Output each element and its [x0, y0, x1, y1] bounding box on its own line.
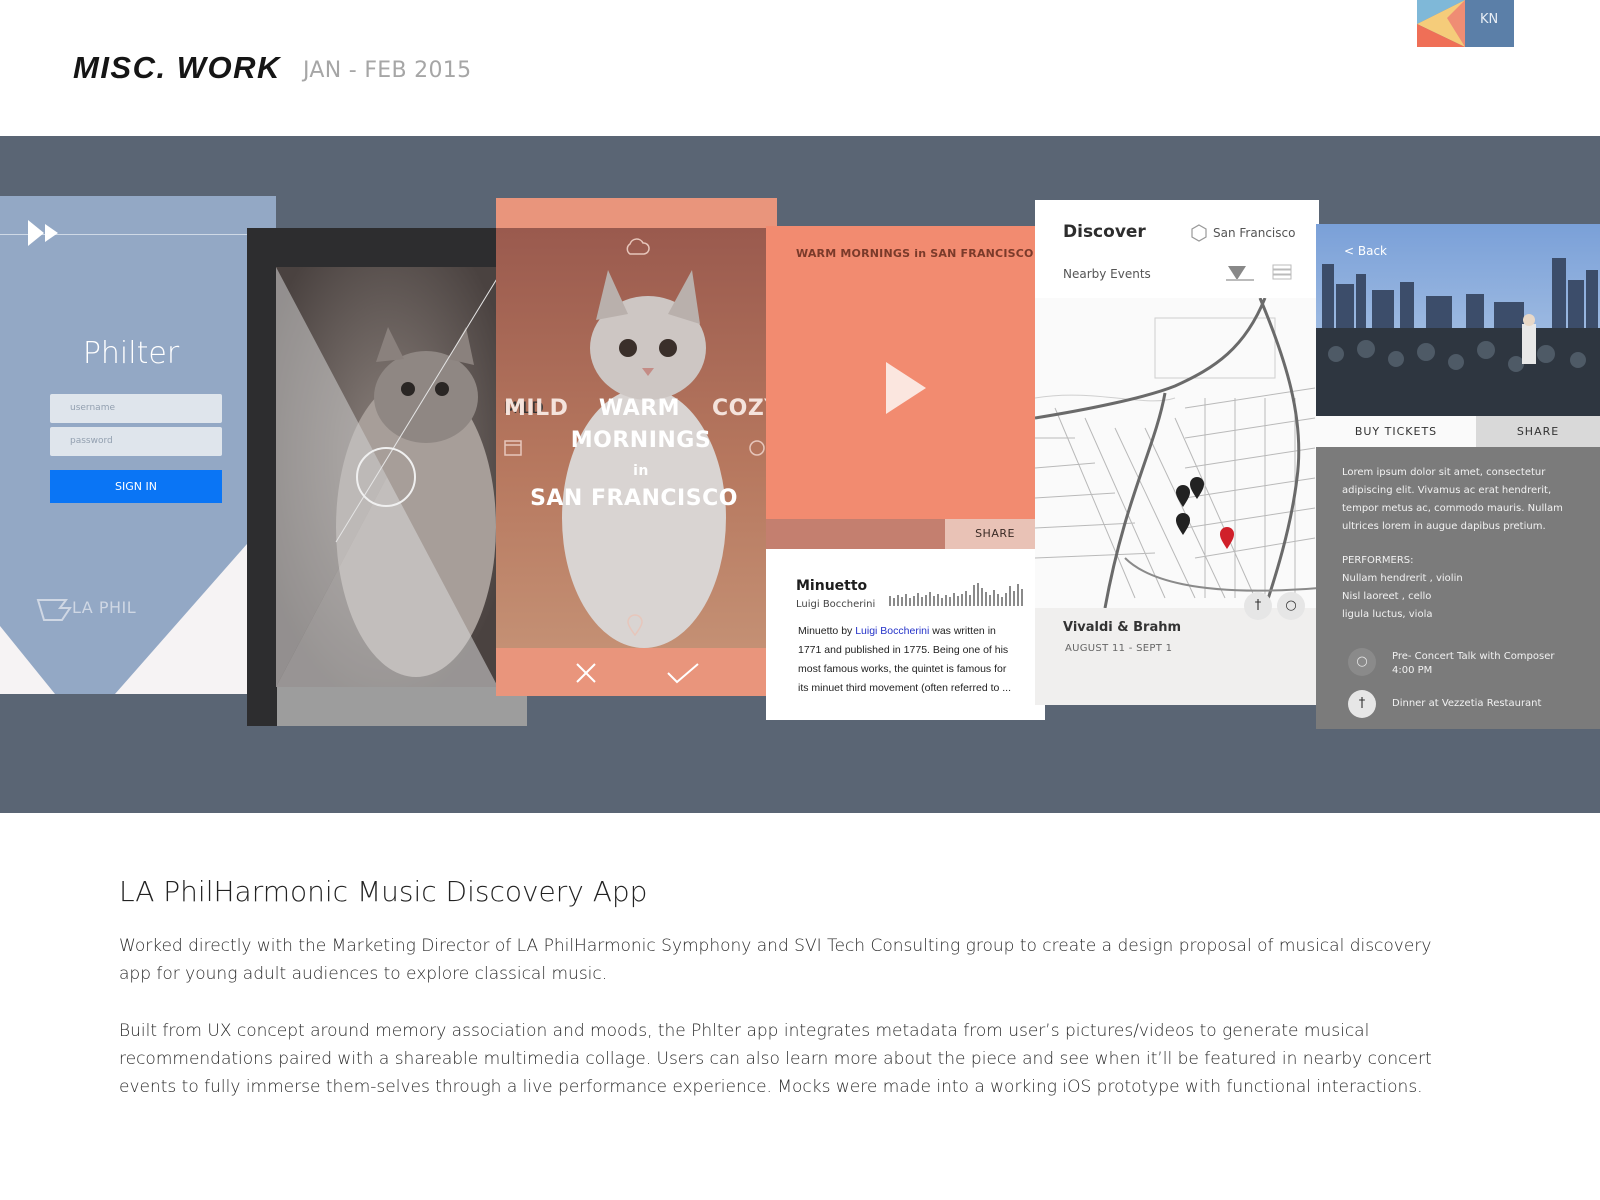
bottom-bar	[277, 687, 527, 726]
player-screen: WARM MORNINGS in SAN FRANCISCO SHARE Min…	[766, 226, 1045, 720]
play-icon[interactable]	[884, 360, 928, 420]
sign-in-button[interactable]: SIGN IN	[50, 470, 222, 503]
talk-title: Pre- Concert Talk with Composer	[1392, 651, 1555, 662]
talk-time: 4:00 PM	[1392, 665, 1433, 676]
mood-center-line2[interactable]: MORNINGS	[496, 428, 777, 453]
performer-item: Nisl laoreet , cello	[1342, 591, 1432, 602]
progress-bar[interactable]	[766, 519, 945, 549]
check-icon[interactable]	[666, 662, 700, 688]
location-pin-icon	[626, 614, 644, 640]
song-description: Minuetto by Luigi Boccherini was written…	[798, 622, 1018, 698]
buy-tickets-button[interactable]: BUY TICKETS	[1316, 416, 1476, 447]
date-range: JAN - FEB 2015	[303, 58, 472, 83]
action-bar	[496, 648, 766, 696]
performer-item: Nullam hendrerit , violin	[1342, 573, 1463, 584]
back-button[interactable]: < Back	[1344, 244, 1387, 258]
kn-logo[interactable]	[1417, 0, 1514, 47]
performers-list: PERFORMERS: Nullam hendrerit , violin Ni…	[1342, 552, 1463, 624]
event-detail-screen: < Back BUY TICKETS SHARE Lorem ipsum dol…	[1316, 224, 1600, 729]
mood-center-line3: in	[633, 463, 649, 479]
map-pin-icon[interactable]	[1189, 476, 1205, 504]
logo-initials: KN	[1480, 12, 1499, 27]
la-phil-logo-icon	[36, 596, 72, 626]
performer-item: ligula luctus, viola	[1342, 609, 1433, 620]
share-button[interactable]: SHARE	[945, 519, 1045, 549]
la-phil-logo-text: LA PHIL	[72, 598, 137, 617]
map-pin-icon[interactable]	[1175, 512, 1191, 540]
song-composer: Luigi Boccherini	[796, 599, 876, 610]
discover-title: Discover	[1063, 222, 1146, 242]
speech-bubble-icon[interactable]: ○	[1348, 648, 1376, 676]
location-icon[interactable]	[1191, 224, 1207, 246]
composer-link[interactable]: Luigi Boccherini	[855, 625, 929, 637]
location-label[interactable]: San Francisco	[1213, 226, 1295, 240]
dinner-item[interactable]: Dinner at Vezzetia Restaurant	[1392, 697, 1541, 711]
events-map[interactable]	[1035, 298, 1319, 608]
fast-forward-icon[interactable]	[28, 220, 64, 250]
discover-screen: Discover San Francisco Nearby Events † ○…	[1035, 200, 1319, 705]
login-screen: Philter username password SIGN IN LA PHI…	[0, 196, 276, 694]
mood-center-line4[interactable]: SAN FRANCISCO	[496, 486, 772, 511]
calendar-icon	[504, 438, 522, 460]
project-title: LA PhilHarmonic Music Discovery App	[119, 875, 648, 908]
event-dates: AUGUST 11 - SEPT 1	[1065, 643, 1173, 654]
speech-bubble-icon[interactable]: ○	[1277, 592, 1305, 620]
capture-button[interactable]	[356, 447, 416, 507]
list-icon[interactable]	[1272, 264, 1292, 284]
share-button[interactable]: SHARE	[1476, 416, 1600, 447]
event-description: Lorem ipsum dolor sit amet, consectetur …	[1342, 467, 1563, 532]
pre-concert-talk[interactable]: Pre- Concert Talk with Composer 4:00 PM	[1392, 650, 1555, 678]
password-input[interactable]: password	[50, 427, 222, 456]
fork-knife-icon[interactable]: †	[1244, 592, 1272, 620]
song-title: Minuetto	[796, 578, 868, 594]
mood-screen: MILD MILD WARM MORNINGS in SAN FRANCISCO…	[496, 198, 777, 696]
close-icon[interactable]	[575, 662, 597, 688]
project-paragraph-1: Worked directly with the Marketing Direc…	[119, 936, 1432, 984]
page-title: MISC. WORK	[73, 50, 281, 85]
username-input[interactable]: username	[50, 394, 222, 423]
selected-map-pin-icon[interactable]	[1219, 526, 1235, 554]
filter-icon[interactable]	[1226, 264, 1256, 286]
player-header: WARM MORNINGS in SAN FRANCISCO	[796, 247, 1034, 260]
app-name: Philter	[82, 336, 180, 371]
desc-prefix: Minuetto by	[798, 625, 856, 637]
fork-knife-icon[interactable]: †	[1348, 690, 1376, 718]
waveform-icon[interactable]	[889, 582, 1027, 610]
performers-heading: PERFORMERS:	[1342, 555, 1414, 566]
cloud-icon	[624, 238, 650, 260]
alarm-icon	[748, 438, 766, 460]
event-title[interactable]: Vivaldi & Brahm	[1063, 620, 1181, 635]
photo-select-screen	[247, 228, 527, 726]
discover-subtitle: Nearby Events	[1063, 267, 1151, 281]
project-paragraph-2: Built from UX concept around memory asso…	[119, 1021, 1432, 1097]
